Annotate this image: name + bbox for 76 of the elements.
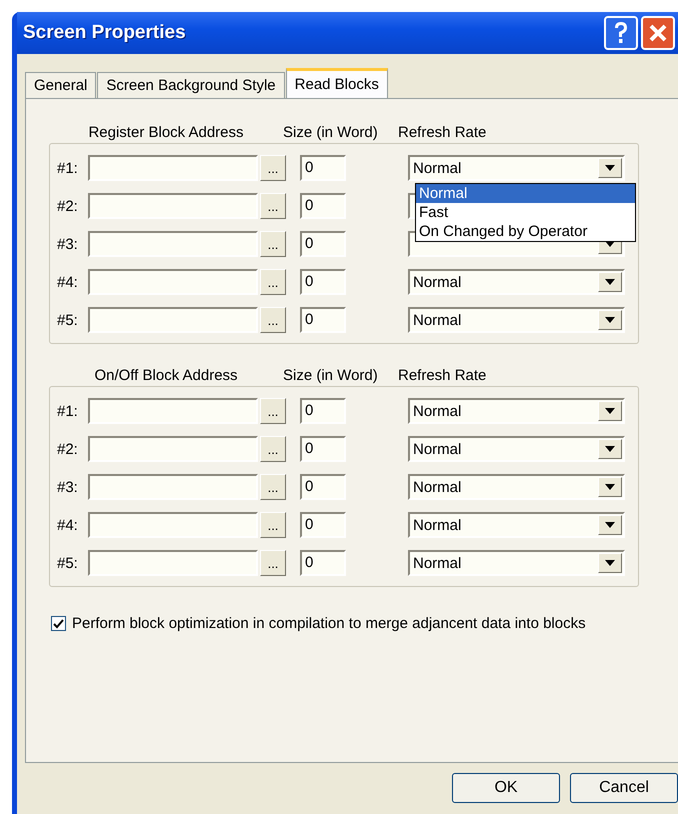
column-header: Refresh Rate <box>398 366 488 384</box>
row-label: #1: <box>57 402 79 420</box>
question-mark-icon <box>613 21 629 45</box>
row-label: #4: <box>57 274 79 290</box>
address-field[interactable] <box>88 155 258 181</box>
address-field[interactable] <box>88 436 258 462</box>
dialog-button[interactable]: Cancel <box>570 773 678 803</box>
dialog-button[interactable]: OK <box>452 773 560 803</box>
browse-button[interactable]: ... <box>260 550 286 576</box>
checkbox[interactable] <box>51 616 66 631</box>
address-field[interactable] <box>88 193 258 219</box>
refresh-rate-dropdown[interactable]: Normal <box>408 307 625 333</box>
dropdown-arrow-icon <box>605 165 615 171</box>
address-field[interactable] <box>88 398 258 424</box>
refresh-rate-dropdown[interactable]: Normal <box>408 155 625 181</box>
address-field[interactable] <box>88 474 258 500</box>
address-field[interactable] <box>88 231 258 257</box>
row-label: #3: <box>57 236 79 252</box>
row-label: #5: <box>57 554 79 572</box>
browse-button[interactable]: ... <box>260 436 286 462</box>
size-field[interactable]: 0 <box>300 512 346 538</box>
tab[interactable]: General <box>25 72 96 98</box>
browse-button[interactable]: ... <box>260 512 286 538</box>
window-title: Screen Properties <box>23 22 187 44</box>
dropdown-option[interactable]: Normal <box>416 184 635 203</box>
close-icon <box>648 23 668 43</box>
column-header: On/Off Block Address <box>93 366 239 384</box>
dropdown-arrow-icon <box>605 446 615 452</box>
dropdown-arrow-icon <box>605 484 615 490</box>
address-field[interactable] <box>88 307 258 333</box>
refresh-rate-dropdown[interactable]: Normal <box>408 269 625 295</box>
size-field[interactable]: 0 <box>300 436 346 462</box>
address-field[interactable] <box>88 512 258 538</box>
dropdown-arrow-icon <box>605 279 615 285</box>
address-field[interactable] <box>88 269 258 295</box>
browse-button[interactable]: ... <box>260 155 286 181</box>
row-label: #2: <box>57 440 79 458</box>
size-field[interactable]: 0 <box>300 474 346 500</box>
address-field[interactable] <box>88 550 258 576</box>
row-label: #5: <box>57 312 79 328</box>
refresh-rate-dropdown[interactable]: Normal <box>408 550 625 576</box>
check-icon <box>53 618 64 628</box>
tab[interactable]: Screen Background Style <box>97 72 285 98</box>
help-button[interactable] <box>604 16 638 50</box>
row-label: #4: <box>57 516 79 534</box>
row-label: #2: <box>57 198 79 214</box>
browse-button[interactable]: ... <box>260 474 286 500</box>
column-header: Register Block Address <box>87 124 245 140</box>
size-field[interactable]: 0 <box>300 231 346 257</box>
refresh-rate-dropdown[interactable]: Normal <box>408 398 625 424</box>
column-header: Size (in Word) <box>283 366 379 384</box>
browse-button[interactable]: ... <box>260 193 286 219</box>
row-label: #1: <box>57 160 79 176</box>
close-button[interactable] <box>641 16 675 50</box>
refresh-rate-dropdown[interactable]: Normal <box>408 436 625 462</box>
browse-button[interactable]: ... <box>260 231 286 257</box>
row-label: #3: <box>57 478 79 496</box>
tab[interactable]: Read Blocks <box>286 68 388 98</box>
browse-button[interactable]: ... <box>260 398 286 424</box>
dropdown-arrow-icon <box>605 522 615 528</box>
size-field[interactable]: 0 <box>300 307 346 333</box>
column-header: Size (in Word) <box>283 124 379 140</box>
refresh-rate-dropdown[interactable]: Normal <box>408 512 625 538</box>
size-field[interactable]: 0 <box>300 193 346 219</box>
size-field[interactable]: 0 <box>300 155 346 181</box>
browse-button[interactable]: ... <box>260 307 286 333</box>
column-header: Refresh Rate <box>398 124 488 140</box>
size-field[interactable]: 0 <box>300 550 346 576</box>
browse-button[interactable]: ... <box>260 269 286 295</box>
dropdown-arrow-icon <box>605 317 615 323</box>
size-field[interactable]: 0 <box>300 398 346 424</box>
refresh-rate-dropdown[interactable]: Normal <box>408 474 625 500</box>
checkbox-label: Perform block optimization in compilation to merge adjancent data into blocks <box>72 615 586 632</box>
dropdown-arrow-icon <box>605 408 615 414</box>
dropdown-arrow-icon <box>605 560 615 566</box>
size-field[interactable]: 0 <box>300 269 346 295</box>
